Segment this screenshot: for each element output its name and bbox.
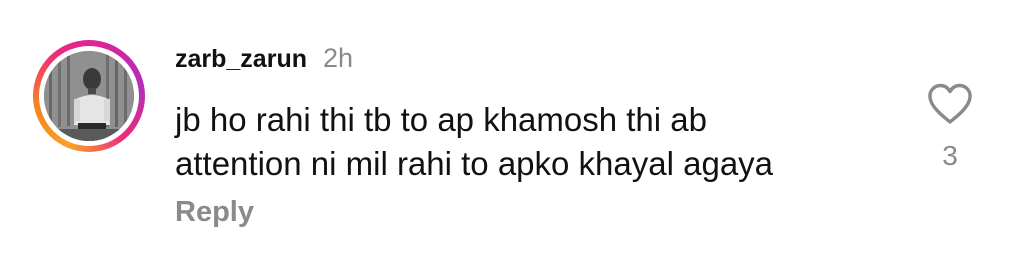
timestamp: 2h bbox=[322, 43, 354, 73]
like-button[interactable] bbox=[926, 82, 974, 126]
comment-meta: zarb_zarun 2h bbox=[175, 43, 353, 83]
reply-button[interactable]: Reply bbox=[175, 196, 254, 229]
comment-text-line: jb ho rahi thi tb to ap khamosh thi ab bbox=[175, 101, 707, 138]
avatar-photo bbox=[44, 51, 134, 141]
avatar-ring-gap bbox=[39, 46, 139, 146]
heart-outline-icon bbox=[928, 83, 972, 124]
username[interactable]: zarb_zarun bbox=[175, 45, 307, 74]
comment-text-line: attention ni mil rahi to apko khayal aga… bbox=[175, 145, 774, 182]
avatar[interactable] bbox=[44, 51, 134, 141]
comment-item: zarb_zarun 2h jb ho rahi thi tb to ap kh… bbox=[0, 0, 1024, 258]
comment-text: jb ho rahi thi tb to ap khamosh thi ab a… bbox=[175, 98, 895, 186]
like-count: 3 bbox=[942, 140, 958, 171]
avatar-story-ring[interactable] bbox=[33, 40, 145, 152]
